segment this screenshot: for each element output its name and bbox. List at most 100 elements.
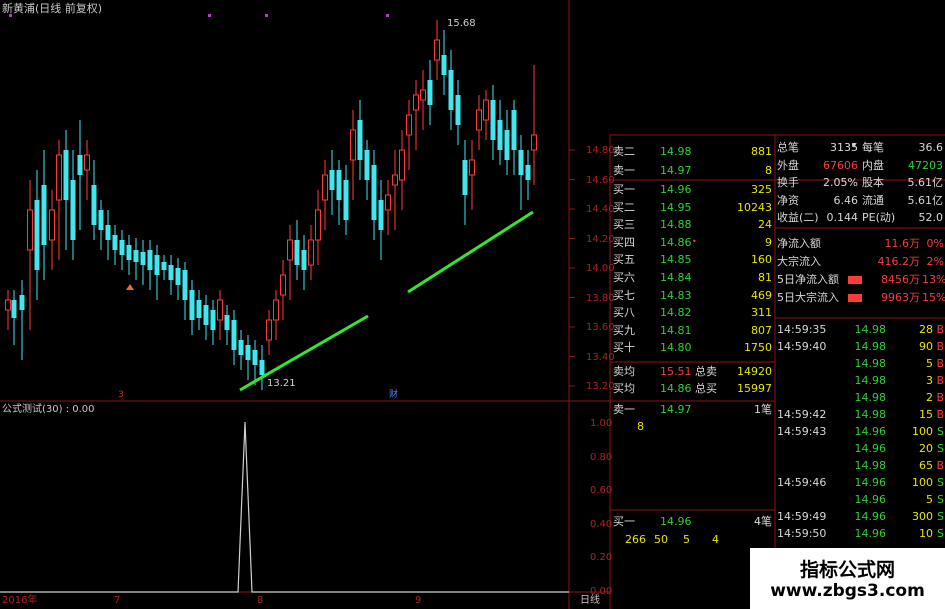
candle-body [469, 159, 475, 176]
tick-side: B [936, 374, 944, 387]
flow-percent: 15% [922, 291, 945, 304]
candle-body [315, 209, 321, 241]
tick-side: B [936, 357, 944, 370]
tick-volume: 15 [919, 408, 933, 421]
candle-body [189, 290, 195, 320]
candle-body [5, 299, 11, 311]
candle-body [63, 150, 69, 200]
flow-value: 11.6万 [884, 237, 921, 250]
tick-price: 14.98 [854, 408, 887, 421]
candle-body [210, 310, 216, 330]
tick-time: 14:59:50 [777, 527, 827, 540]
tick-volume: 100 [912, 476, 933, 489]
candle-body [399, 149, 405, 181]
queue-sell-label[interactable]: 卖一 [613, 404, 635, 415]
queue-buy-order-4[interactable]: 4 [712, 534, 719, 545]
tick-price: 14.96 [854, 425, 887, 438]
bid-1-price[interactable]: 14.96 [660, 184, 692, 195]
bid-7-label: 买七 [613, 288, 635, 302]
bid-2-price[interactable]: 14.95 [660, 202, 692, 213]
tick-volume: 5 [926, 357, 933, 370]
tick-time: 14:59:49 [777, 510, 827, 523]
bid-10-price[interactable]: 14.80 [660, 342, 692, 353]
tick-time: 14:59:43 [777, 425, 827, 438]
queue-buy-order-3[interactable]: 5 [683, 534, 690, 545]
tick-side: B [936, 340, 944, 353]
candle-body [273, 299, 279, 321]
indicator-tick-label: 0.20 [590, 552, 613, 563]
tick-time: 14:59:46 [777, 476, 827, 489]
bid-2-label: 买二 [613, 200, 635, 214]
candle-body [49, 209, 55, 241]
candle-body [34, 200, 40, 270]
candle-body [112, 235, 118, 250]
stat-value-2: 52.0 [918, 211, 944, 224]
tick-price: 14.98 [854, 357, 887, 370]
ask-2-label: 卖二 [613, 145, 635, 158]
candle-body [27, 209, 33, 251]
queue-sell-price[interactable]: 14.97 [660, 404, 692, 415]
candle-body [105, 225, 111, 240]
queue-sell-order[interactable]: 8 [637, 421, 644, 432]
candle-body [462, 160, 468, 195]
avg-sell-price: 15.51 [660, 365, 692, 378]
event-marker-finance[interactable]: 财 [389, 391, 398, 400]
tick-price: 14.96 [854, 442, 887, 455]
stat-label: 外盘 [777, 158, 799, 172]
bid-5-label: 买五 [613, 253, 635, 267]
bid-7-price[interactable]: 14.83 [660, 290, 692, 301]
queue-buy-order-2[interactable]: 50 [654, 534, 668, 545]
candle-body [41, 185, 47, 245]
flow-label: 5日大宗流入 [777, 291, 839, 304]
candle-body [231, 320, 237, 350]
candle-body [70, 180, 76, 240]
candle-body [19, 295, 25, 310]
queue-buy-order-1[interactable]: 266 [625, 534, 646, 545]
candle-body [441, 55, 447, 75]
bid-10-label: 买十 [613, 341, 635, 355]
candle-body [252, 350, 258, 365]
bid-4-price[interactable]: 14.86 [660, 237, 692, 248]
bid-8-price[interactable]: 14.82 [660, 307, 692, 318]
bid-5-price[interactable]: 14.85 [660, 254, 692, 265]
dropdown-icon: ▾ [852, 141, 857, 150]
candle-body [154, 255, 160, 275]
flow-label: 5日净流入额 [777, 273, 839, 286]
bid-10-volume: 1750 [744, 341, 772, 355]
stat-label: 换手 [777, 176, 799, 189]
bid-9-price[interactable]: 14.81 [660, 325, 692, 336]
bid-4-label: 买四 [613, 235, 635, 249]
queue-buy-count[interactable]: 4笔 [740, 516, 772, 527]
bid-9-volume: 807 [751, 323, 772, 337]
avg-buy-label: 买均 [613, 382, 635, 395]
stat-label-2: 流通 [862, 193, 884, 207]
bid-8-volume: 311 [751, 306, 772, 320]
date-label-7: 7 [114, 595, 121, 606]
queue-buy-label[interactable]: 买一 [613, 516, 635, 527]
ask-1-price[interactable]: 14.97 [660, 165, 692, 176]
candle-body [336, 170, 342, 200]
bid-3-price[interactable]: 14.88 [660, 219, 692, 230]
candle-body [224, 315, 230, 330]
candle-body [245, 345, 251, 360]
tick-price: 14.98 [854, 323, 887, 336]
candle-body [133, 250, 139, 262]
candle-body [119, 240, 125, 255]
tick-volume: 20 [919, 442, 933, 455]
queue-buy-price[interactable]: 14.96 [660, 516, 692, 527]
ask-2-price[interactable]: 14.98 [660, 146, 692, 157]
tick-volume: 65 [919, 459, 933, 472]
candle-body [455, 95, 461, 125]
watermark-url: www.zbgs3.com [770, 581, 925, 601]
queue-sell-count[interactable]: 1笔 [740, 404, 772, 415]
bid-6-price[interactable]: 14.84 [660, 272, 692, 283]
period-label[interactable]: 日线 [580, 596, 600, 606]
stat-label: 总笔 [777, 141, 799, 154]
watermark-title: 指标公式网 [799, 559, 895, 581]
candle-body [287, 239, 293, 261]
tick-time: 14:59:35 [777, 323, 827, 336]
bid-3-volume: 24 [758, 218, 772, 232]
candle-body [294, 240, 300, 265]
event-marker-3[interactable]: 3 [118, 391, 124, 400]
candle-body [476, 109, 482, 131]
